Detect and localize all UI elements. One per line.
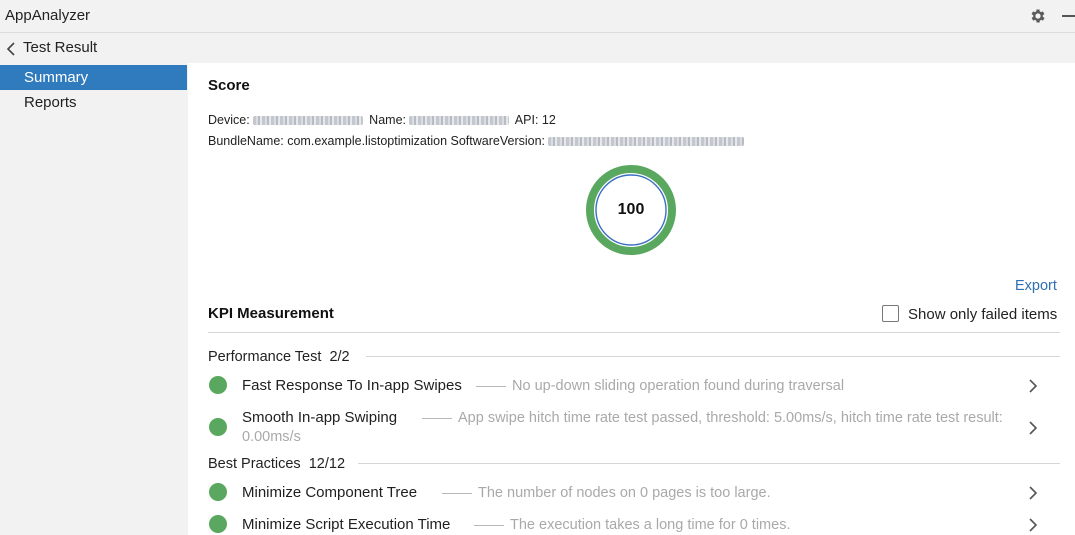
score-ring: 100 [585,164,677,256]
chevron-right-icon[interactable] [1028,518,1038,532]
nav-title[interactable]: Test Result [23,39,97,56]
chevron-right-icon[interactable] [1028,486,1038,500]
section-divider [366,356,1060,357]
section-name: Performance Test [208,349,322,365]
pass-status-icon [209,376,227,394]
redacted-name-value [409,116,509,126]
kpi-item-name: Fast Response To In-app Swipes [242,377,462,394]
device-label: Device: [208,113,250,127]
redacted-device-value [252,116,363,126]
score-value: 100 [617,201,645,218]
kpi-row[interactable]: Minimize Component Tree The number of no… [208,482,1060,504]
section-count: 12/12 [308,456,346,472]
section-name: Best Practices [208,456,301,472]
kpi-item-name: Minimize Component Tree [242,484,418,501]
sidebar: Summary Reports [0,63,188,535]
pass-status-icon [209,515,227,533]
title-bar: AppAnalyzer [0,0,1075,33]
kpi-item-desc: No up-down sliding operation found durin… [476,377,844,396]
kpi-item-desc: App swipe hitch time rate test passed, t… [242,410,1003,445]
kpi-title: KPI Measurement [208,305,334,322]
section-divider [358,463,1060,464]
export-link[interactable]: Export [1015,278,1057,294]
chevron-right-icon[interactable] [1028,421,1038,435]
section-header-performance: Performance Test 2/2 [208,349,350,365]
bundle-info-line: BundleName: com.example.listoptimization… [208,134,747,148]
section-count: 2/2 [329,349,350,365]
device-info-line: Device: Name: API: 12 [208,113,556,127]
show-failed-checkbox[interactable] [882,305,899,322]
api-value: 12 [541,113,556,127]
api-label: API: [514,113,539,127]
kpi-divider [208,332,1060,333]
bundle-label: BundleName: [208,134,284,148]
kpi-item-name: Minimize Script Execution Time [242,516,451,533]
score-title: Score [208,77,250,94]
software-version-label: SoftwareVersion: [450,134,546,148]
gear-icon[interactable] [1029,7,1047,25]
redacted-software-version [548,137,745,147]
main-panel: Score Device: Name: API: 12 BundleName: … [188,63,1075,535]
show-failed-label[interactable]: Show only failed items [908,306,1057,323]
nav-bar: Test Result [0,34,1075,63]
app-title: AppAnalyzer [5,7,91,24]
kpi-item-desc: The number of nodes on 0 pages is too la… [442,484,771,503]
sidebar-item-reports[interactable]: Reports [0,90,187,115]
section-header-best-practices: Best Practices 12/12 [208,456,345,472]
kpi-row[interactable]: Smooth In-app Swiping App swipe hitch ti… [208,407,1060,449]
chevron-right-icon[interactable] [1028,379,1038,393]
pass-status-icon [209,483,227,501]
sidebar-item-summary[interactable]: Summary [0,65,187,90]
bundle-value: com.example.listoptimization [287,134,448,148]
kpi-row[interactable]: Minimize Script Execution Time The execu… [208,514,1060,535]
name-label: Name: [369,113,406,127]
minimize-icon[interactable] [1062,15,1075,17]
kpi-row[interactable]: Fast Response To In-app Swipes No up-dow… [208,375,1060,397]
back-chevron-icon[interactable] [6,42,16,56]
pass-status-icon [209,418,227,436]
kpi-item-desc: The execution takes a long time for 0 ti… [474,516,790,535]
